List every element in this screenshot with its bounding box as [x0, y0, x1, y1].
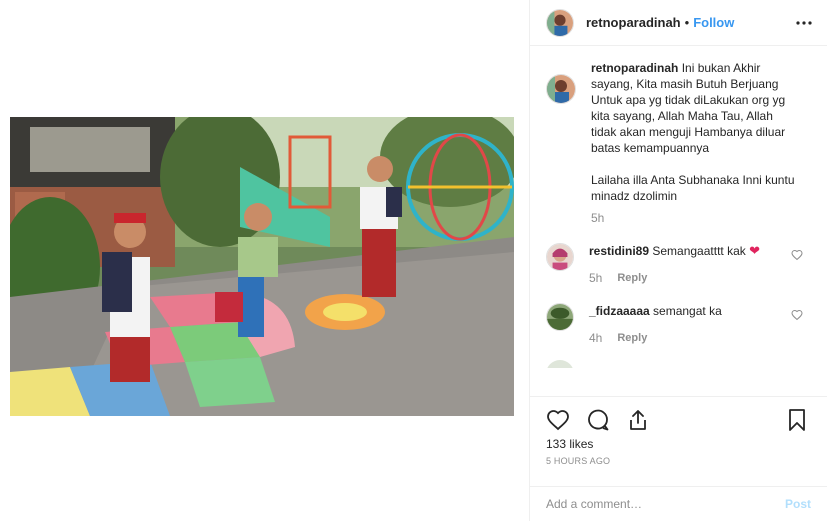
comment-text: semangat ka: [649, 304, 722, 318]
comment-item: _fidzaaaaa semangat ka 4h Reply: [546, 303, 811, 346]
post-image[interactable]: [10, 117, 514, 416]
post-date[interactable]: 5 HOURS AGO: [546, 456, 811, 466]
author-avatar[interactable]: [546, 8, 574, 37]
follow-button[interactable]: Follow: [693, 15, 734, 30]
comment-avatar[interactable]: [546, 303, 574, 331]
post-modal: retnoparadinah • Follow retnoparadinah I…: [0, 0, 827, 521]
comment-time[interactable]: 5h: [589, 270, 602, 286]
post-actions: 133 likes 5 HOURS AGO: [530, 396, 827, 466]
comment-avatar: [546, 360, 574, 368]
caption-avatar[interactable]: [546, 74, 576, 104]
action-icons: [546, 407, 811, 433]
comment-username[interactable]: restidini89: [589, 244, 649, 258]
comment-time[interactable]: 4h: [589, 330, 602, 346]
avatar-image: [547, 244, 573, 270]
comment-body: restidini89 Semangaatttt kak ❤ 5h Reply: [589, 243, 799, 286]
avatar-image: [547, 75, 575, 103]
add-comment-input[interactable]: [546, 497, 785, 511]
post-photo-illustration: [10, 117, 514, 416]
reply-button[interactable]: Reply: [617, 330, 647, 346]
caption-body: retnoparadinah Ini bukan Akhir sayang, K…: [591, 60, 801, 226]
like-comment-heart-icon[interactable]: [791, 249, 803, 261]
caption-username[interactable]: retnoparadinah: [591, 61, 678, 75]
bookmark-icon[interactable]: [785, 408, 809, 432]
reply-button[interactable]: Reply: [617, 270, 647, 286]
comment-bubble-icon[interactable]: [586, 408, 610, 432]
post-comment-button[interactable]: Post: [785, 497, 811, 511]
caption: retnoparadinah Ini bukan Akhir sayang, K…: [546, 60, 811, 226]
caption-time[interactable]: 5h: [591, 210, 801, 226]
next-comment-partial: [546, 360, 811, 368]
comments-list[interactable]: retnoparadinah Ini bukan Akhir sayang, K…: [530, 60, 827, 390]
like-comment-heart-icon[interactable]: [791, 309, 803, 321]
media-area: [0, 0, 529, 521]
caption-text-block: retnoparadinah Ini bukan Akhir sayang, K…: [591, 60, 801, 204]
comment-meta: 5h Reply: [589, 270, 799, 286]
heart-emoji: ❤: [749, 243, 760, 258]
post-header: retnoparadinah • Follow: [530, 0, 827, 46]
like-heart-icon[interactable]: [546, 408, 570, 432]
avatar-image: [547, 304, 573, 330]
comment-text: Semangaatttt kak: [649, 244, 750, 258]
caption-text: Ini bukan Akhir sayang, Kita masih Butuh…: [591, 61, 795, 203]
header-separator: •: [684, 15, 690, 30]
avatar-image: [547, 9, 573, 36]
comment-item: restidini89 Semangaatttt kak ❤ 5h Reply: [546, 243, 811, 286]
likes-count[interactable]: 133 likes: [546, 437, 811, 451]
comment-text-block: restidini89 Semangaatttt kak ❤: [589, 243, 799, 259]
comment-body: _fidzaaaaa semangat ka 4h Reply: [589, 303, 799, 346]
comment-username[interactable]: _fidzaaaaa: [589, 304, 650, 318]
share-icon[interactable]: [626, 408, 650, 432]
more-horizontal-icon: [796, 20, 812, 25]
comment-avatar[interactable]: [546, 243, 574, 271]
author-username[interactable]: retnoparadinah: [586, 15, 681, 30]
more-options-button[interactable]: [795, 14, 813, 32]
comment-text-block: _fidzaaaaa semangat ka: [589, 303, 799, 319]
post-side-panel: retnoparadinah • Follow retnoparadinah I…: [529, 0, 827, 521]
comment-meta: 4h Reply: [589, 330, 799, 346]
add-comment-bar: Post: [530, 486, 827, 521]
